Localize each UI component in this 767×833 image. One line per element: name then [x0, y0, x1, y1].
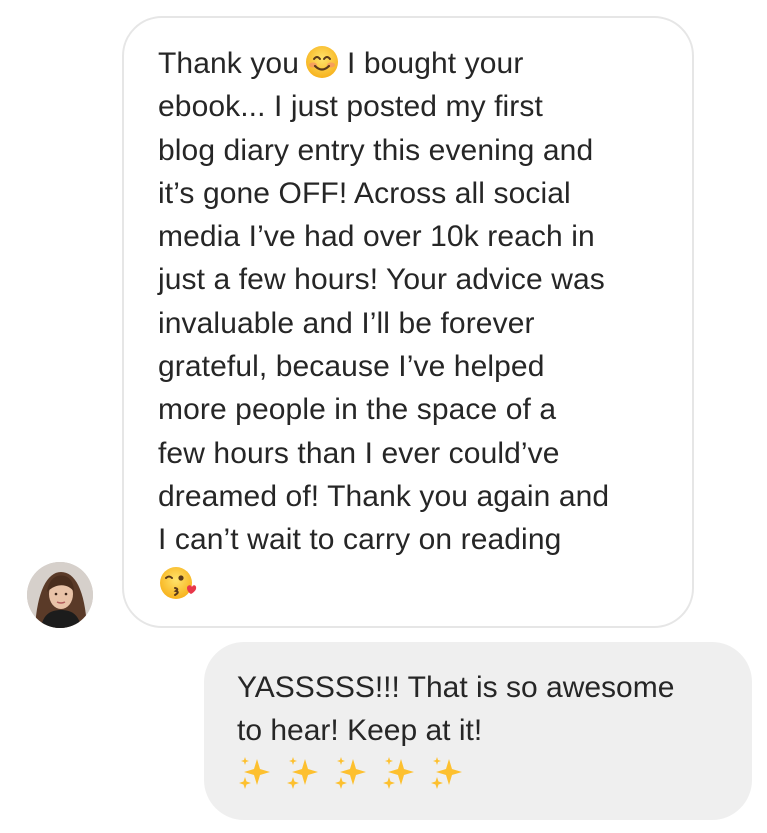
incoming-message-bubble[interactable]: Thank you I bought your ebook... I just …	[122, 16, 694, 628]
incoming-text-after-emoji: I bought your ebook... I just posted my …	[158, 47, 610, 557]
sparkles-emoji-icon	[333, 755, 369, 791]
incoming-text-before-emoji: Thank you	[158, 47, 299, 80]
outgoing-message-bubble[interactable]: YASSSSS!!! That is so awesome to hear! K…	[204, 642, 752, 820]
incoming-emoji-row	[158, 562, 672, 604]
sparkles-emoji-icon	[429, 755, 465, 791]
incoming-message-text: Thank you I bought your ebook... I just …	[158, 42, 672, 562]
sparkles-emoji-icon	[381, 755, 417, 791]
sender-avatar[interactable]	[27, 562, 93, 628]
face-blowing-kiss-emoji-icon	[158, 564, 198, 604]
message-thread: Thank you I bought your ebook... I just …	[0, 0, 767, 833]
smiling-face-emoji-icon	[305, 45, 339, 79]
sparkles-emoji-row	[237, 755, 732, 791]
outgoing-message-text: YASSSSS!!! That is so awesome to hear! K…	[237, 671, 675, 748]
sparkles-emoji-icon	[285, 755, 321, 791]
sparkles-emoji-icon	[237, 755, 273, 791]
